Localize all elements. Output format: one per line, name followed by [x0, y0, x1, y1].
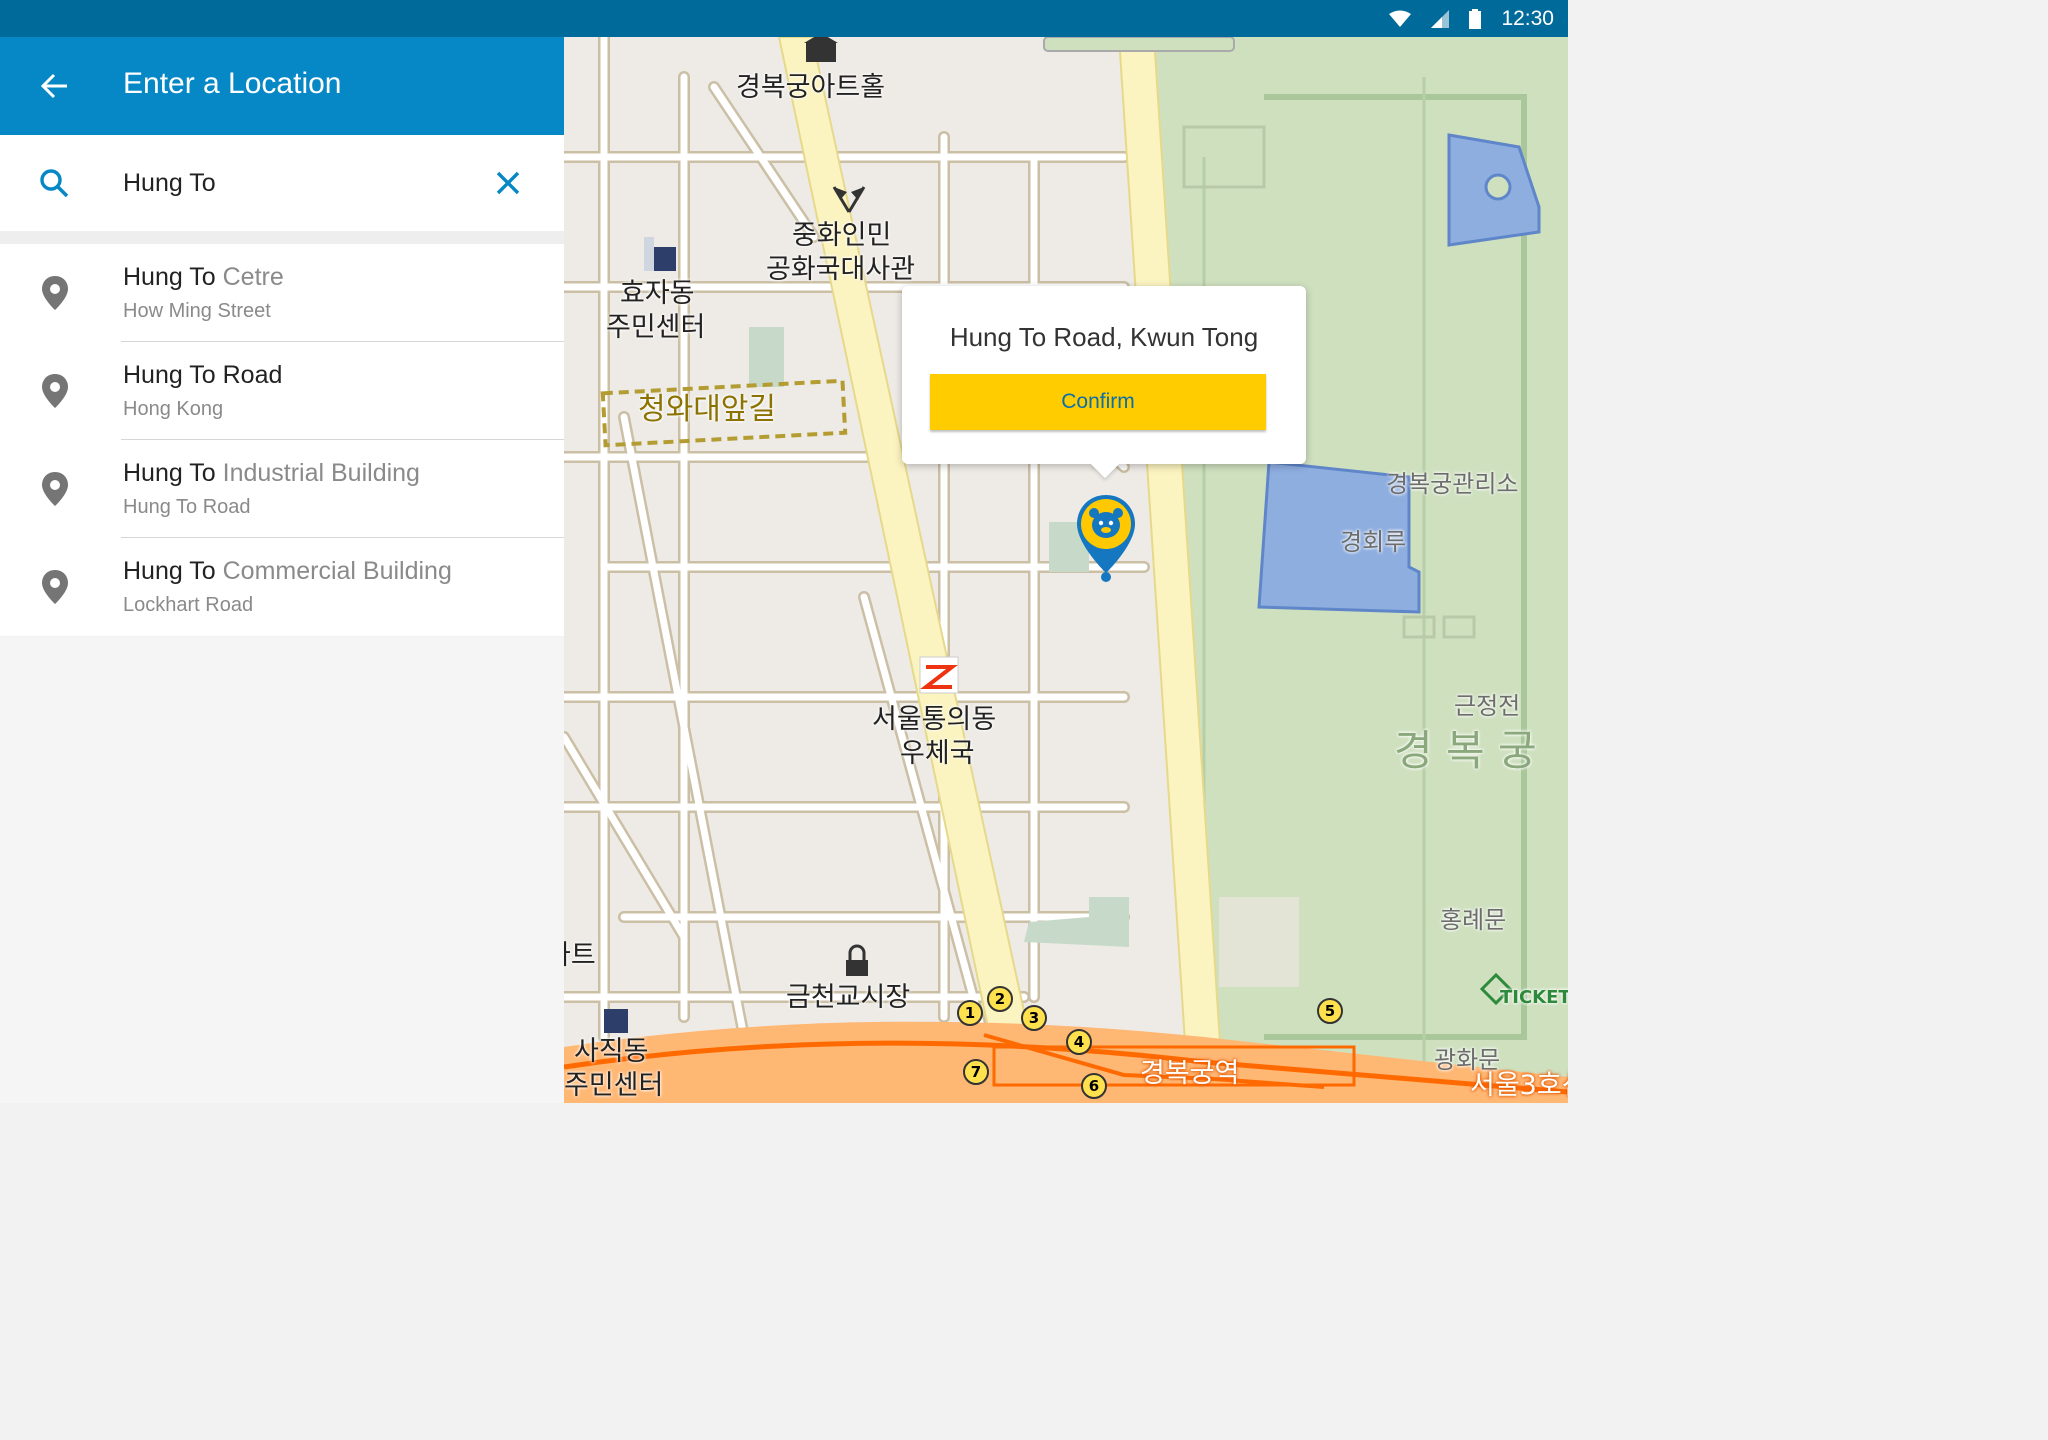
map-label: 주민센터 [606, 312, 706, 343]
status-time: 12:30 [1501, 6, 1554, 30]
map-label: 우체국 [900, 738, 975, 769]
lock-icon [846, 944, 868, 976]
location-pin-icon [42, 276, 68, 310]
map-label: 나트 [564, 940, 596, 971]
svg-text:1: 1 [965, 1004, 975, 1022]
map-canvas: 1 2 3 4 5 6 7 [564, 37, 1568, 1103]
arrow-back-icon [41, 73, 67, 99]
map-label: 홍례문 [1440, 906, 1507, 934]
result-subtitle: How Ming Street [123, 300, 271, 322]
government-building-icon [604, 1009, 628, 1033]
results-list: Hung To Cetre How Ming Street Hung To Ro… [0, 244, 564, 636]
result-title: Hung To Cetre [123, 263, 284, 291]
result-title: Hung To Road [123, 361, 283, 389]
map-label: 사직동 [574, 1036, 649, 1067]
svg-text:2: 2 [995, 990, 1005, 1008]
map-label: 서울통의동 [872, 704, 997, 735]
map-label: 공화국대사관 [766, 254, 916, 285]
search-input[interactable] [123, 163, 453, 203]
map-label: 청와대앞길 [638, 392, 776, 427]
status-bar: 12:30 [0, 0, 1568, 37]
list-item[interactable]: Hung To Cetre How Ming Street [0, 244, 564, 342]
result-subtitle: Lockhart Road [123, 594, 254, 616]
map-label: 경회루 [1340, 528, 1407, 556]
map-label: 중화인민 [792, 220, 892, 251]
map-label: 주민센터 [564, 1070, 664, 1101]
map-label: 근정전 [1454, 692, 1521, 720]
close-icon[interactable] [489, 164, 527, 202]
svg-text:3: 3 [1029, 1009, 1039, 1027]
location-popup: Hung To Road, Kwun Tong Confirm [902, 286, 1306, 479]
search-icon [40, 169, 69, 198]
list-item[interactable]: Hung To Commercial Building Lockhart Roa… [0, 538, 564, 636]
location-pin-icon [42, 570, 68, 604]
battery-icon [1469, 8, 1482, 29]
map-label: 경복궁아트홀 [736, 72, 886, 103]
map-label: 경복궁관리소 [1386, 470, 1519, 498]
map-label: 경 복 궁 [1394, 726, 1537, 775]
list-item[interactable]: Hung To Road Hong Kong [0, 342, 564, 440]
location-marker-icon[interactable] [1074, 493, 1138, 585]
app-bar: Enter a Location [0, 37, 564, 135]
page-title: Enter a Location [123, 67, 342, 100]
empty-area [0, 637, 564, 1103]
svg-text:6: 6 [1089, 1077, 1099, 1095]
museum-icon [804, 37, 838, 62]
divider [0, 231, 564, 244]
location-pin-icon [42, 472, 68, 506]
svg-text:7: 7 [971, 1063, 981, 1081]
list-item[interactable]: Hung To Industrial Building Hung To Road [0, 440, 564, 538]
wifi-icon [1389, 10, 1412, 27]
popup-title: Hung To Road, Kwun Tong [949, 322, 1259, 352]
search-bar [0, 135, 564, 231]
map-label: 효자동 [620, 278, 695, 309]
map-view[interactable]: 1 2 3 4 5 6 7 경복궁아트홀 중화인민 공화국대사관 효자동 주민센… [564, 37, 1568, 1103]
svg-text:4: 4 [1074, 1033, 1084, 1051]
result-subtitle: Hong Kong [123, 398, 224, 420]
confirm-button[interactable]: Confirm [930, 374, 1266, 430]
result-subtitle: Hung To Road [123, 496, 251, 518]
result-title: Hung To Commercial Building [123, 557, 452, 585]
map-label: 금천교시장 [786, 982, 911, 1013]
location-pin-icon [42, 374, 68, 408]
back-button[interactable] [30, 61, 80, 111]
signal-icon [1431, 9, 1450, 28]
svg-text:5: 5 [1325, 1002, 1335, 1020]
result-title: Hung To Industrial Building [123, 459, 420, 487]
map-label: 서울3호선 [1470, 1070, 1568, 1101]
post-office-icon [919, 656, 959, 694]
map-label: 경복궁역 [1140, 1058, 1240, 1089]
government-building-icon [644, 237, 676, 271]
map-label: TICKET [1500, 987, 1568, 1008]
